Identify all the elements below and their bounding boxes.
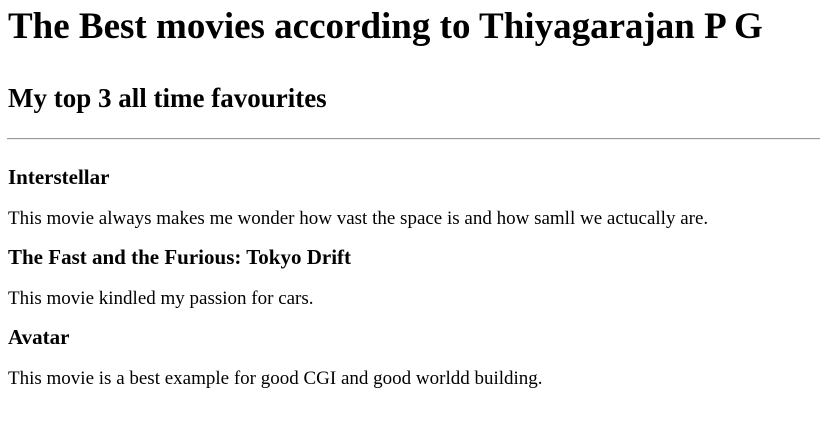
movie-item-tokyo-drift: The Fast and the Furious: Tokyo Drift Th… (8, 244, 819, 310)
page-subtitle: My top 3 all time favourites (8, 83, 327, 113)
movie-description: This movie always makes me wonder how va… (8, 208, 709, 229)
movie-item-interstellar: Interstellar This movie always makes me … (8, 164, 819, 230)
movie-description: This movie kindled my passion for cars. (8, 288, 314, 309)
movie-item-avatar: Avatar This movie is a best example for … (8, 324, 819, 390)
page-title: The Best movies according to Thiyagaraja… (8, 6, 763, 47)
movie-title: Interstellar (8, 165, 110, 189)
movie-description: This movie is a best example for good CG… (8, 368, 543, 389)
divider (7, 138, 820, 140)
movie-title: Avatar (8, 325, 70, 349)
movie-list: Interstellar This movie always makes me … (8, 164, 819, 390)
movie-title: The Fast and the Furious: Tokyo Drift (8, 245, 352, 269)
